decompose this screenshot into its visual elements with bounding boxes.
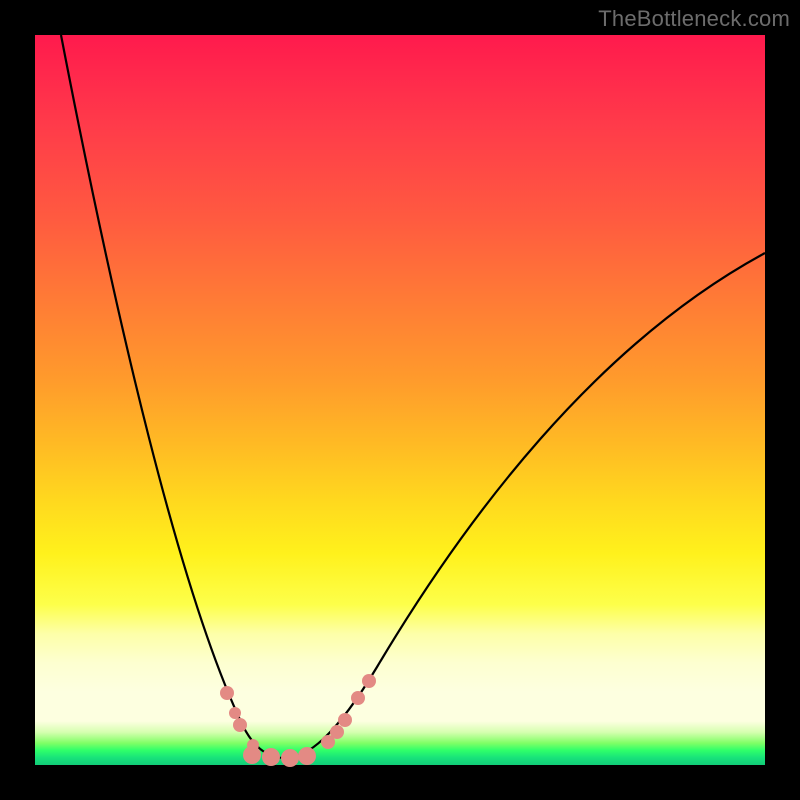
marker-point (229, 707, 241, 719)
curve-left (61, 35, 285, 758)
marker-point (298, 747, 316, 765)
chart-svg (35, 35, 765, 765)
plot-area (35, 35, 765, 765)
marker-point (243, 746, 261, 764)
curve-right (285, 253, 765, 758)
markers-group (220, 674, 376, 767)
marker-point (233, 718, 247, 732)
marker-point (262, 748, 280, 766)
marker-point (362, 674, 376, 688)
marker-point (330, 725, 344, 739)
marker-point (281, 749, 299, 767)
watermark-text: TheBottleneck.com (598, 6, 790, 32)
marker-point (338, 713, 352, 727)
marker-point (351, 691, 365, 705)
marker-point (220, 686, 234, 700)
chart-frame: TheBottleneck.com (0, 0, 800, 800)
